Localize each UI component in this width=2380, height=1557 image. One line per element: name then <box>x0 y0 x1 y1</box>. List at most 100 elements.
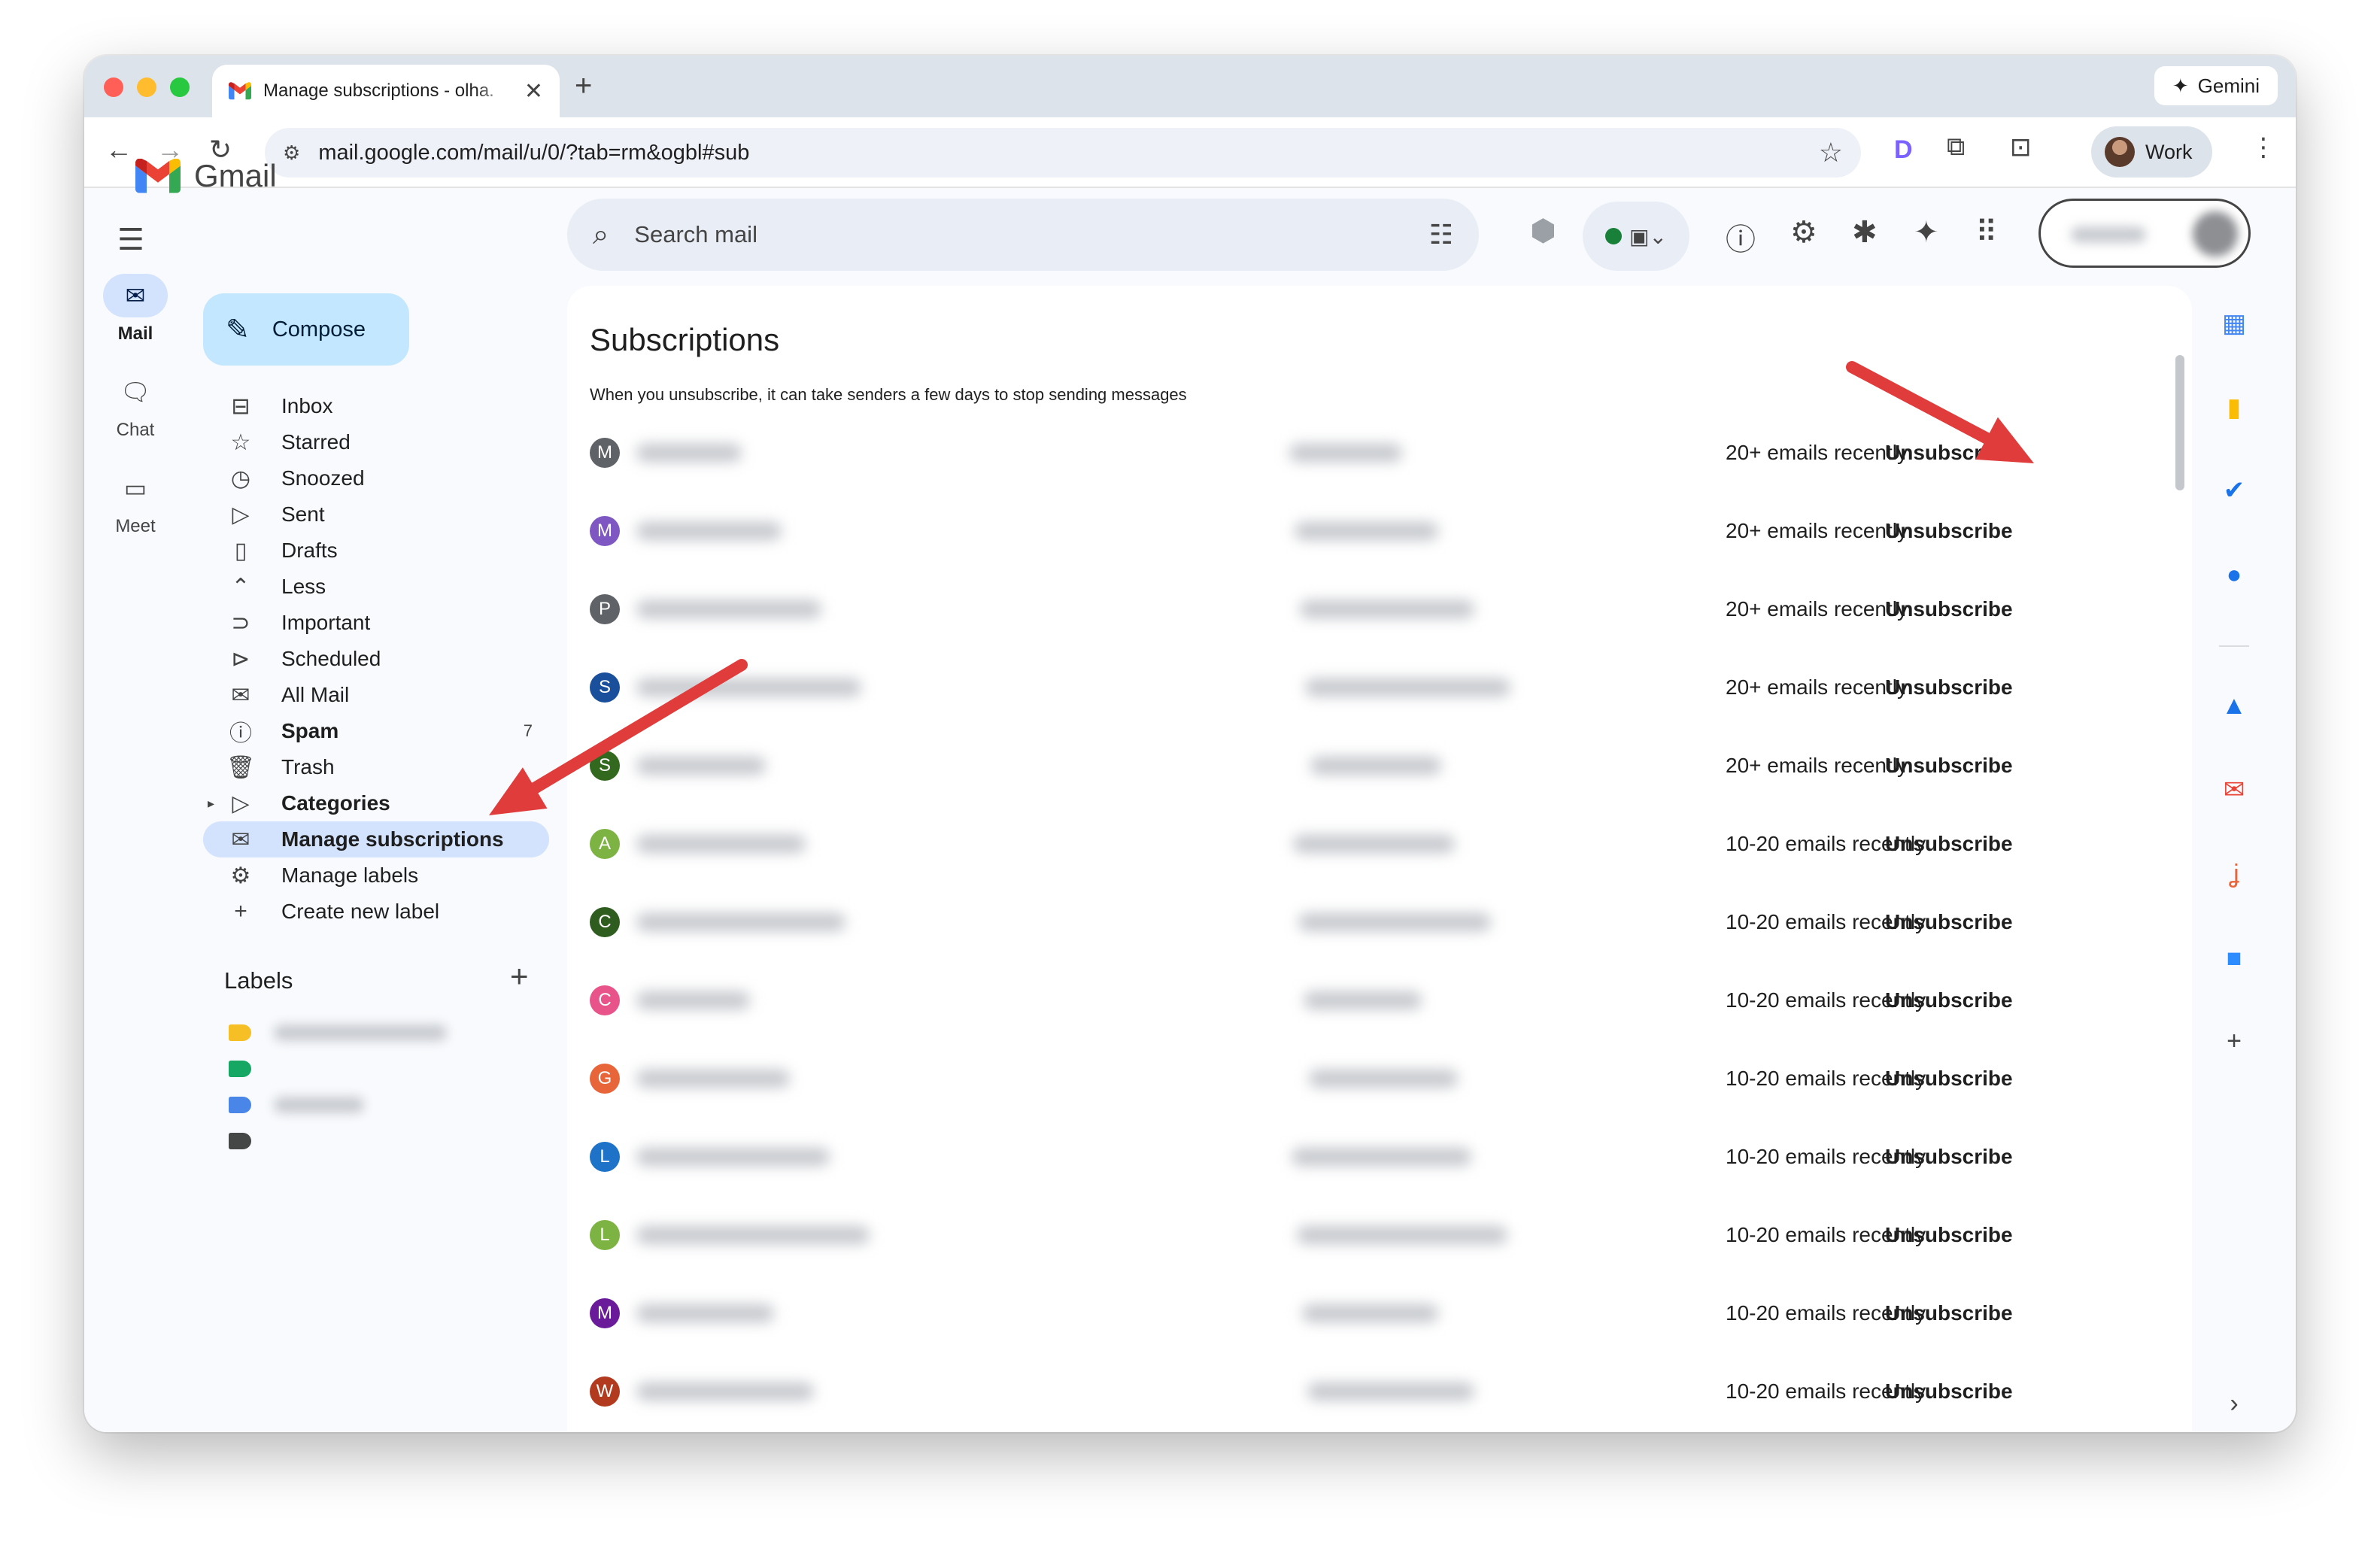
ads-icon[interactable]: ▲ <box>2219 690 2249 721</box>
extension-hexagon-icon[interactable]: ⬢ <box>1530 214 1556 248</box>
settings-gear-icon[interactable]: ⚙ <box>1790 215 1817 250</box>
sidebar-item-drafts[interactable]: ▯ Drafts <box>203 533 549 569</box>
search-options-icon[interactable]: ☷ <box>1429 219 1453 250</box>
unsubscribe-button[interactable]: Unsubscribe <box>1885 519 2013 543</box>
unsubscribe-button[interactable]: Unsubscribe <box>1885 675 2013 700</box>
contacts-icon[interactable]: ● <box>2219 560 2249 590</box>
tasks-icon[interactable]: ✔ <box>2219 475 2249 505</box>
url-text: mail.google.com/mail/u/0/?tab=rm&ogbl#su… <box>318 140 750 165</box>
table-row[interactable]: L 10-20 emails recently Unsubscribe <box>590 1213 2177 1258</box>
table-row[interactable]: A 10-20 emails recently Unsubscribe <box>590 821 2177 867</box>
rail-item-meet[interactable]: ▭ Meet <box>84 466 187 537</box>
sidebar-item-sent[interactable]: ▷ Sent <box>203 496 549 533</box>
main-menu-icon[interactable]: ☰ <box>117 223 144 257</box>
table-row[interactable]: M 20+ emails recently Unsubscribe <box>590 430 2177 475</box>
account-switcher[interactable] <box>2038 199 2251 268</box>
sidebar-item-less[interactable]: ⌃ Less <box>203 569 549 605</box>
table-row[interactable]: S 20+ emails recently Unsubscribe <box>590 743 2177 788</box>
unsubscribe-button[interactable]: Unsubscribe <box>1885 1145 2013 1169</box>
new-tab-button[interactable]: + <box>575 69 592 103</box>
hook-icon[interactable]: ʝ <box>2219 859 2249 889</box>
apps-grid-icon[interactable]: ⠿ <box>1975 215 1997 250</box>
back-arrow-icon[interactable]: ← <box>105 134 132 165</box>
browser-tab[interactable]: Manage subscriptions - olha. ✕ <box>212 65 560 117</box>
site-settings-icon[interactable]: ⚙ <box>283 141 300 165</box>
label-item[interactable] <box>229 1094 364 1116</box>
more-vert-icon[interactable]: ⋮ <box>2251 132 2276 162</box>
table-row[interactable]: P 20+ emails recently Unsubscribe <box>590 587 2177 632</box>
unsubscribe-button[interactable]: Unsubscribe <box>1885 597 2013 621</box>
table-row[interactable]: S 20+ emails recently Unsubscribe <box>590 665 2177 710</box>
expand-side-panel-icon[interactable]: › <box>2219 1389 2249 1419</box>
sidebar-item-scheduled[interactable]: ⊳ Scheduled <box>203 641 549 677</box>
rail-item-mail[interactable]: ✉ Mail <box>84 274 187 344</box>
sidebar-item-manage-labels[interactable]: ⚙ Manage labels <box>203 857 549 894</box>
label-item[interactable] <box>229 1130 251 1152</box>
extension-d-icon[interactable]: D <box>1894 135 1920 165</box>
add-icon[interactable]: + <box>2219 1026 2249 1056</box>
expand-caret-icon[interactable]: ▸ <box>208 796 214 812</box>
close-window-button[interactable] <box>104 77 123 97</box>
calendar-icon[interactable]: ▦ <box>2219 308 2249 338</box>
active-status-icon <box>1605 228 1623 244</box>
status-button[interactable]: ▣⌄ <box>1583 202 1689 271</box>
unsubscribe-button[interactable]: Unsubscribe <box>1885 1379 2013 1404</box>
unsubscribe-button[interactable]: Unsubscribe <box>1885 832 2013 856</box>
rail-item-chat[interactable]: 🗨 Chat <box>84 370 187 441</box>
sidebar-item-important[interactable]: ⊃ Important <box>203 605 549 641</box>
unsubscribe-button[interactable]: Unsubscribe <box>1885 754 2013 778</box>
search-icon[interactable]: ⌕ <box>593 219 609 251</box>
unsubscribe-button[interactable]: Unsubscribe <box>1885 441 2013 465</box>
table-row[interactable]: M 10-20 emails recently Unsubscribe <box>590 1291 2177 1336</box>
unsubscribe-button[interactable]: Unsubscribe <box>1885 988 2013 1012</box>
search-input[interactable] <box>634 221 1429 248</box>
help-icon[interactable]: ⓘ <box>1726 215 1756 259</box>
cast-search-icon[interactable]: ⊡ <box>2010 132 2032 162</box>
unsubscribe-button[interactable]: Unsubscribe <box>1885 1301 2013 1325</box>
table-row[interactable]: C 10-20 emails recently Unsubscribe <box>590 900 2177 945</box>
table-row[interactable]: C 10-20 emails recently Unsubscribe <box>590 978 2177 1023</box>
gemini-button[interactable]: ✦ Gemini <box>2154 66 2278 105</box>
search-bar[interactable]: ⌕ ☷ <box>567 199 1479 271</box>
extensions-puzzle-icon[interactable]: ⧉ <box>1947 132 1965 162</box>
mail-app-icon[interactable]: ✉ <box>2219 775 2249 805</box>
sidebar-item-manage-subscriptions[interactable]: ✉ Manage subscriptions <box>203 821 549 857</box>
unsubscribe-button[interactable]: Unsubscribe <box>1885 1067 2013 1091</box>
unsubscribe-button[interactable]: Unsubscribe <box>1885 910 2013 934</box>
sidebar-item-inbox[interactable]: ⊟ Inbox <box>203 388 549 424</box>
sparkle-icon: ✦ <box>2172 74 2189 97</box>
zoom-icon[interactable]: ■ <box>2219 943 2249 973</box>
sidebar-item-categories[interactable]: ▸ ▷ Categories <box>203 785 549 821</box>
keep-icon[interactable]: ▮ <box>2219 393 2249 423</box>
address-bar[interactable]: ⚙ mail.google.com/mail/u/0/?tab=rm&ogbl#… <box>265 128 1861 178</box>
sidebar-item-spam[interactable]: ⓘ Spam 7 <box>203 713 549 749</box>
profile-button[interactable]: Work <box>2091 126 2212 178</box>
compose-button[interactable]: ✎ Compose <box>203 293 409 366</box>
sidebar-item-all-mail[interactable]: ✉ All Mail <box>203 677 549 713</box>
table-row[interactable]: W 10-20 emails recently Unsubscribe <box>590 1369 2177 1414</box>
add-label-icon[interactable]: + <box>510 958 529 994</box>
sidebar-item-starred[interactable]: ☆ Starred <box>203 424 549 460</box>
sender-avatar: C <box>590 985 620 1015</box>
rail-label-meet: Meet <box>115 516 156 536</box>
sidebar-item-label: Drafts <box>281 539 338 562</box>
redacted-email <box>1305 678 1510 697</box>
close-tab-icon[interactable]: ✕ <box>524 78 543 105</box>
sidebar-item-trash[interactable]: 🗑 Trash <box>203 749 549 785</box>
bookmark-star-icon[interactable]: ☆ <box>1819 137 1843 168</box>
extension-icon[interactable]: ✱ <box>1852 215 1878 250</box>
maximize-window-button[interactable] <box>170 77 190 97</box>
label-item[interactable] <box>229 1058 251 1080</box>
sidebar-item-create-label[interactable]: + Create new label <box>203 894 549 930</box>
table-row[interactable]: G 10-20 emails recently Unsubscribe <box>590 1056 2177 1101</box>
scrollbar[interactable] <box>2175 355 2184 490</box>
sidebar-item-label: Inbox <box>281 394 333 417</box>
table-row[interactable]: L 10-20 emails recently Unsubscribe <box>590 1134 2177 1179</box>
label-item[interactable] <box>229 1021 447 1044</box>
gmail-logo[interactable]: Gmail <box>135 158 277 194</box>
sidebar-item-snoozed[interactable]: ◷ Snoozed <box>203 460 549 496</box>
gemini-sparkle-icon[interactable]: ✦ <box>1914 215 1939 250</box>
unsubscribe-button[interactable]: Unsubscribe <box>1885 1223 2013 1247</box>
table-row[interactable]: M 20+ emails recently Unsubscribe <box>590 508 2177 554</box>
minimize-window-button[interactable] <box>137 77 156 97</box>
